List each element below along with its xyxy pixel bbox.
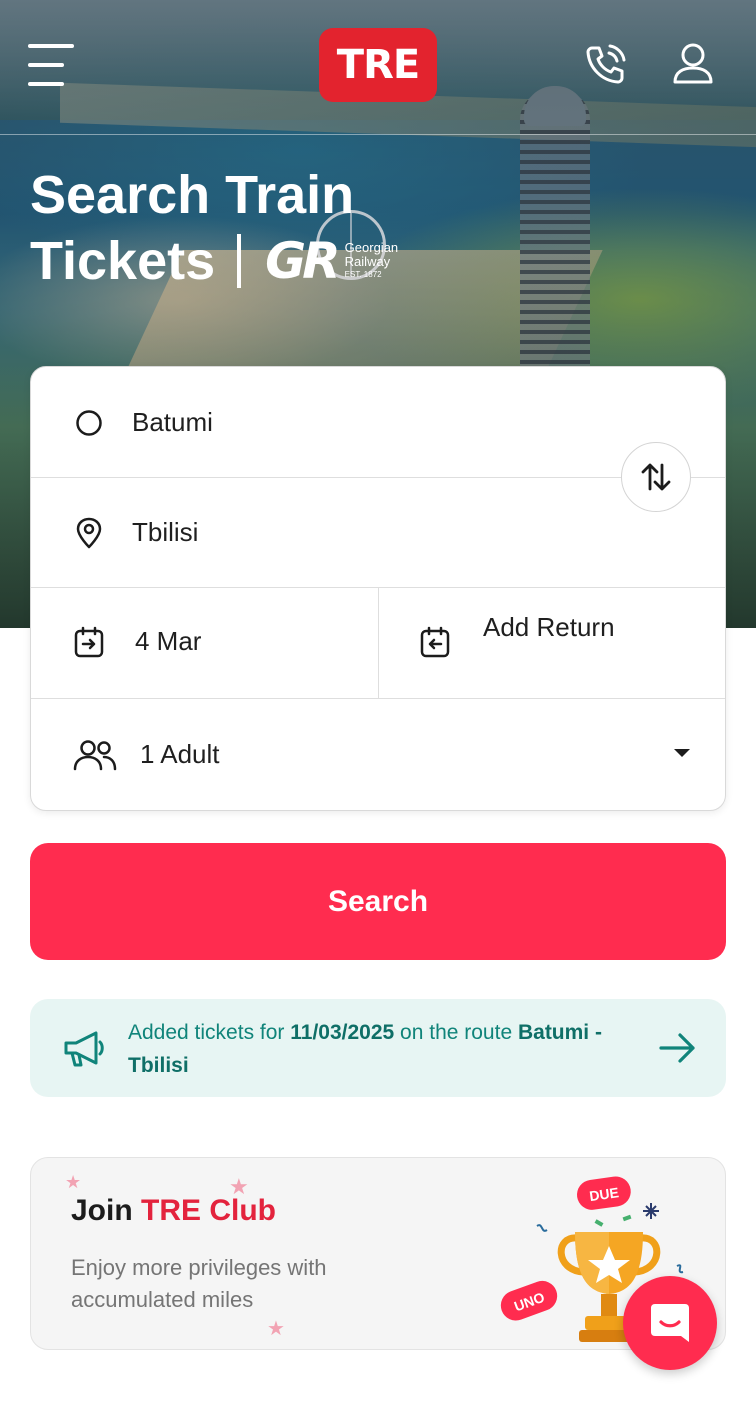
swap-route-button[interactable] (621, 442, 691, 512)
origin-field[interactable]: Batumi (31, 367, 725, 478)
georgian-railway-logo: GR Georgian Railway EST. 1872 (265, 228, 398, 294)
megaphone-icon (64, 1031, 104, 1067)
passengers-value: 1 Adult (140, 739, 220, 769)
hero-title-line2: Tickets (30, 231, 216, 291)
club-title-accent: TRE Club (141, 1194, 277, 1227)
hero-title: Search Train Tickets GR Georgian Railway… (30, 162, 398, 294)
add-return-label: Add Return (483, 612, 615, 642)
calendar-return-icon (420, 626, 450, 658)
search-form-card: Batumi Tbilisi 4 Mar Add Return 1 Adult (30, 366, 726, 811)
phone-call-icon[interactable] (584, 42, 628, 86)
club-subtitle: Enjoy more privileges with accumulated m… (71, 1255, 327, 1312)
star-deco-icon: ★ (65, 1172, 82, 1192)
club-title: Join TRE Club (71, 1194, 276, 1228)
departure-date-field[interactable]: 4 Mar (31, 588, 379, 699)
search-button[interactable]: Search (30, 843, 726, 960)
origin-circle-icon (76, 410, 102, 436)
notice-prefix: Added tickets for (128, 1021, 291, 1044)
logo-text: TRE (336, 42, 420, 88)
notice-route-sep: - (589, 1021, 602, 1044)
destination-field[interactable]: Tbilisi (31, 478, 725, 588)
gr-name-line1: Georgian (344, 240, 399, 255)
tre-club-promo[interactable]: ★ ★ ★ Join TRE Club Enjoy more privilege… (30, 1157, 726, 1350)
star-deco-icon: ★ (267, 1318, 285, 1340)
dates-row: 4 Mar Add Return (31, 588, 725, 699)
tre-logo[interactable]: TRE (319, 28, 437, 102)
hamburger-menu-icon[interactable] (28, 44, 74, 86)
chat-support-button[interactable] (623, 1276, 717, 1370)
origin-value: Batumi (132, 407, 213, 437)
notice-route-to: Tbilisi (128, 1054, 189, 1077)
user-profile-icon[interactable] (670, 42, 716, 86)
gr-name-line2: Railway (344, 254, 391, 269)
route-notice-banner[interactable]: Added tickets for 11/03/2025 on the rout… (30, 999, 726, 1097)
notice-middle: on the route (394, 1021, 518, 1044)
swap-arrows-icon (641, 463, 671, 491)
chat-icon (651, 1304, 689, 1342)
location-pin-icon (76, 517, 102, 549)
chevron-down-icon (674, 749, 690, 757)
notice-route-from: Batumi (517, 1021, 590, 1044)
header-divider (0, 134, 756, 135)
passengers-select[interactable]: 1 Adult (31, 699, 725, 810)
calendar-depart-icon (74, 626, 104, 658)
destination-value: Tbilisi (132, 517, 199, 547)
gr-est: EST. 1872 (344, 270, 382, 279)
club-title-prefix: Join (71, 1194, 142, 1227)
notice-date: 11/03/2025 (290, 1021, 395, 1044)
gr-mark: GR (265, 232, 341, 290)
hero-title-line1: Search Train (30, 165, 355, 225)
arrow-right-icon[interactable] (658, 1031, 696, 1065)
departure-date-value: 4 Mar (135, 626, 202, 656)
notice-message: Added tickets for 11/03/2025 on the rout… (128, 1016, 658, 1082)
return-date-field[interactable]: Add Return (379, 588, 727, 699)
passengers-icon (73, 740, 117, 771)
title-divider (237, 234, 242, 288)
